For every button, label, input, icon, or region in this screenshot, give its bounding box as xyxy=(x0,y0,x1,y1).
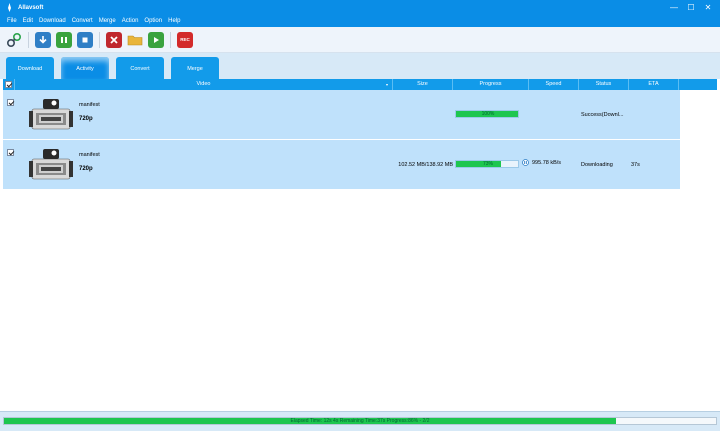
header-size[interactable]: Size xyxy=(393,79,453,90)
header-speed[interactable]: Speed xyxy=(529,79,579,90)
video-name: manifest xyxy=(79,102,100,108)
minimize-button[interactable]: — xyxy=(668,2,680,13)
download-status: Downloading xyxy=(581,162,613,168)
window-controls: — ☐ ✕ xyxy=(668,2,714,13)
download-speed: 995.78 kB/s xyxy=(522,159,561,166)
progress-bar: 73% xyxy=(455,160,519,168)
play-icon xyxy=(154,36,159,43)
progress-label: 100% xyxy=(481,111,495,117)
delete-button[interactable] xyxy=(106,31,122,48)
tab-activity[interactable]: Activity xyxy=(61,57,109,79)
download-arrow-icon xyxy=(39,35,47,44)
download-status: Success(Downl... xyxy=(581,112,624,118)
status-bar: Elapsed Time: 12s 4s Remaining Time:37s … xyxy=(0,411,720,431)
menu-download[interactable]: Download xyxy=(39,18,66,24)
header-filler xyxy=(679,79,717,90)
close-button[interactable]: ✕ xyxy=(702,2,714,13)
toolbar-separator xyxy=(28,31,29,48)
select-all-checkbox[interactable] xyxy=(5,81,12,88)
progress-bar: 100% xyxy=(455,110,519,118)
menu-option[interactable]: Option xyxy=(144,18,162,24)
video-resolution: 720p xyxy=(79,116,93,122)
delete-x-icon xyxy=(110,35,118,44)
header-video[interactable]: Video ▾ xyxy=(15,79,393,90)
overall-progress-bar: Elapsed Time: 12s 4s Remaining Time:37s … xyxy=(3,417,717,425)
video-name: manifest xyxy=(79,152,100,158)
table-row[interactable]: manifest 720p 100% Success(Downl... xyxy=(3,90,680,139)
record-label: REC xyxy=(180,37,190,42)
tab-merge[interactable]: Merge xyxy=(171,57,219,79)
menu-help[interactable]: Help xyxy=(168,18,180,24)
play-button[interactable] xyxy=(148,31,164,48)
sort-arrow-icon: ▾ xyxy=(385,82,388,87)
open-folder-button[interactable] xyxy=(127,32,143,48)
pause-icon xyxy=(61,36,67,43)
select-all-cell xyxy=(3,79,15,90)
link-icon xyxy=(6,32,22,47)
tab-bar: Download Activity Convert Merge xyxy=(0,53,720,79)
download-eta: 37s xyxy=(631,162,640,168)
maximize-button[interactable]: ☐ xyxy=(685,2,697,13)
header-progress[interactable]: Progress xyxy=(453,79,529,90)
menu-action[interactable]: Action xyxy=(122,18,139,24)
menu-convert[interactable]: Convert xyxy=(72,18,93,24)
folder-icon xyxy=(127,35,143,45)
video-resolution: 720p xyxy=(79,166,93,172)
video-thumbnail xyxy=(29,99,73,130)
speed-value: 995.78 kB/s xyxy=(532,159,562,166)
download-button[interactable] xyxy=(35,31,51,48)
menu-merge[interactable]: Merge xyxy=(99,18,116,24)
header-video-label: Video xyxy=(196,81,211,87)
title-bar: Allavsoft — ☐ ✕ xyxy=(0,0,720,15)
row-checkbox[interactable] xyxy=(7,99,14,106)
tab-convert[interactable]: Convert xyxy=(116,57,164,79)
toolbar-separator xyxy=(170,31,171,48)
window-title: Allavsoft xyxy=(18,4,44,11)
stop-icon xyxy=(82,37,88,42)
table-header: Video ▾ Size Progress Speed Status ETA xyxy=(3,79,717,90)
header-status[interactable]: Status xyxy=(579,79,629,90)
pause-button[interactable] xyxy=(56,31,72,48)
menu-bar: File Edit Download Convert Merge Action … xyxy=(0,15,720,27)
row-checkbox[interactable] xyxy=(7,149,14,156)
menu-file[interactable]: File xyxy=(7,18,17,24)
toolbar-separator xyxy=(99,31,100,48)
paste-url-button[interactable] xyxy=(6,32,22,48)
table-row[interactable]: manifest 720p 102.52 MB/138.92 MB 73% 99… xyxy=(3,140,680,189)
menu-edit[interactable]: Edit xyxy=(23,18,33,24)
speed-indicator-icon xyxy=(522,159,529,166)
overall-progress-text: Elapsed Time: 12s 4s Remaining Time:37s … xyxy=(290,418,430,424)
tab-download[interactable]: Download xyxy=(6,57,54,79)
stop-button[interactable] xyxy=(77,31,93,48)
app-logo-icon xyxy=(8,3,11,12)
video-thumbnail xyxy=(29,149,73,180)
header-eta[interactable]: ETA xyxy=(629,79,679,90)
record-button[interactable]: REC xyxy=(177,31,193,48)
video-size: 102.52 MB/138.92 MB xyxy=(398,162,453,168)
progress-label: 73% xyxy=(482,161,493,167)
toolbar: REC xyxy=(0,27,720,53)
